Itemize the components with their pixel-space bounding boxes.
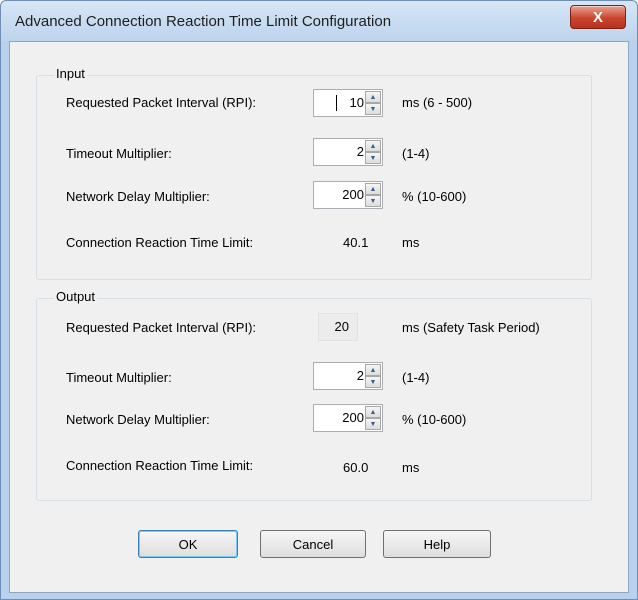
output-delay-label: Network Delay Multiplier: — [66, 412, 210, 427]
text-cursor — [336, 95, 337, 111]
spin-up-icon[interactable]: ▲ — [365, 364, 381, 376]
input-group-label: Input — [54, 66, 87, 81]
input-rpi-label: Requested Packet Interval (RPI): — [66, 95, 257, 110]
close-button[interactable]: X — [570, 5, 626, 29]
output-rpi-readonly-field: 20 — [318, 313, 358, 341]
close-icon: X — [592, 8, 603, 26]
input-crtl-label: Connection Reaction Time Limit: — [66, 235, 254, 250]
output-timeout-value[interactable]: 2 — [357, 368, 364, 383]
title-bar[interactable]: Advanced Connection Reaction Time Limit … — [1, 1, 637, 41]
spin-down-icon[interactable]: ▼ — [365, 195, 381, 207]
input-delay-label: Network Delay Multiplier: — [66, 189, 210, 204]
input-delay-value[interactable]: 200 — [342, 187, 364, 202]
output-rpi-value: 20 — [334, 319, 349, 334]
output-timeout-range: (1-4) — [402, 370, 430, 385]
output-group-label: Output — [54, 289, 98, 304]
output-delay-spinner[interactable]: 200 ▲ ▼ — [313, 404, 383, 432]
spin-up-icon[interactable]: ▲ — [365, 183, 381, 195]
help-button[interactable]: Help — [383, 530, 491, 558]
input-delay-spinner[interactable]: 200 ▲ ▼ — [313, 181, 383, 209]
input-crtl-value: 40.1 — [343, 235, 369, 250]
ok-button[interactable]: OK — [138, 530, 238, 558]
input-timeout-range: (1-4) — [402, 146, 430, 161]
cancel-button-label: Cancel — [292, 536, 334, 552]
input-crtl-unit: ms — [402, 235, 420, 250]
input-rpi-spinner[interactable]: 10 ▲ ▼ — [313, 89, 383, 117]
output-timeout-spinner[interactable]: 2 ▲ ▼ — [313, 362, 383, 390]
output-timeout-label: Timeout Multiplier: — [66, 370, 172, 385]
input-timeout-label: Timeout Multiplier: — [66, 146, 172, 161]
help-button-label: Help — [423, 536, 451, 552]
output-crtl-value: 60.0 — [343, 460, 369, 475]
spin-down-icon[interactable]: ▼ — [365, 418, 381, 430]
window-title: Advanced Connection Reaction Time Limit … — [15, 13, 392, 30]
input-rpi-range: ms (6 - 500) — [402, 95, 473, 110]
output-delay-value[interactable]: 200 — [342, 410, 364, 425]
output-rpi-range: ms (Safety Task Period) — [402, 320, 540, 335]
output-crtl-label: Connection Reaction Time Limit: — [66, 458, 254, 473]
output-crtl-unit: ms — [402, 460, 420, 475]
input-delay-range: % (10-600) — [402, 189, 467, 204]
spin-up-icon[interactable]: ▲ — [365, 140, 381, 152]
spin-down-icon[interactable]: ▼ — [365, 376, 381, 388]
input-rpi-value[interactable]: 10 — [350, 95, 364, 110]
output-rpi-label: Requested Packet Interval (RPI): — [66, 320, 257, 335]
cancel-button[interactable]: Cancel — [260, 530, 366, 558]
spin-down-icon[interactable]: ▼ — [365, 152, 381, 164]
input-timeout-value[interactable]: 2 — [357, 144, 364, 159]
output-delay-range: % (10-600) — [402, 412, 467, 427]
spin-down-icon[interactable]: ▼ — [365, 103, 381, 115]
spin-up-icon[interactable]: ▲ — [365, 91, 381, 103]
spin-up-icon[interactable]: ▲ — [365, 406, 381, 418]
input-timeout-spinner[interactable]: 2 ▲ ▼ — [313, 138, 383, 166]
ok-button-label: OK — [178, 536, 198, 552]
